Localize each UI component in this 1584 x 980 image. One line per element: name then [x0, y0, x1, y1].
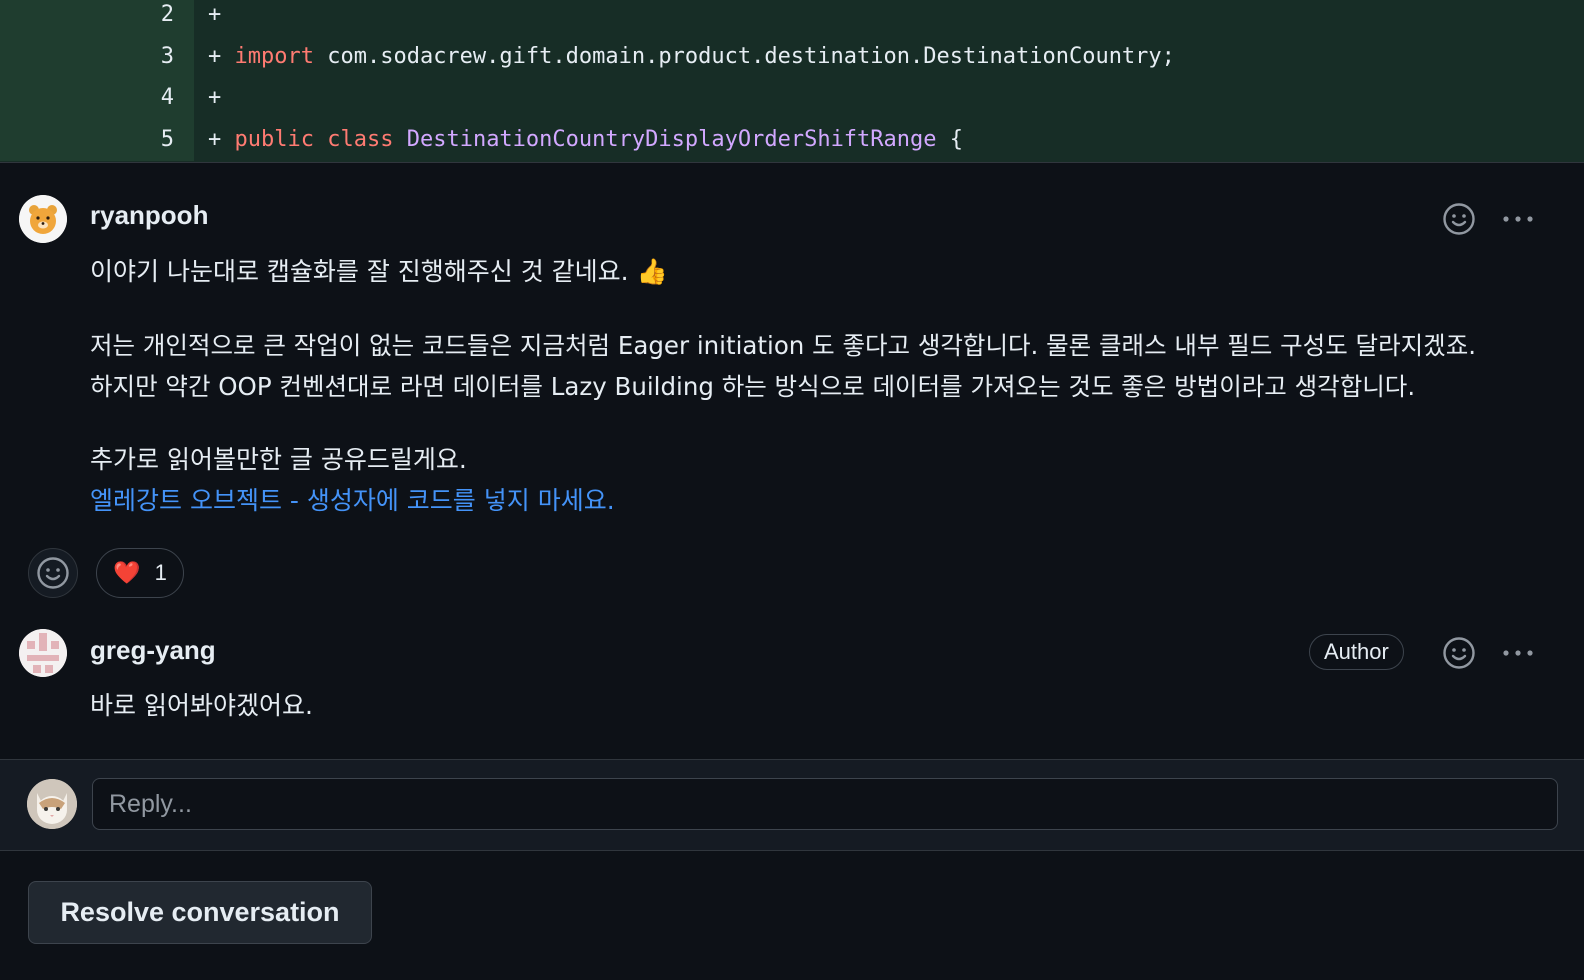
avatar[interactable] — [19, 629, 67, 677]
comment-text: 바로 읽어봐야겠어요. — [90, 691, 313, 720]
line-number[interactable]: 5 — [0, 119, 194, 161]
diff-block: 2 + 3 + import com.sodacrew.gift.domain.… — [0, 0, 1584, 163]
avatar[interactable] — [27, 779, 77, 829]
comment-text: 하지만 약간 OOP 컨벤션대로 라면 데이터를 Lazy Building 하… — [90, 372, 1416, 401]
reaction-count: 1 — [154, 560, 167, 585]
code-line: + import com.sodacrew.gift.domain.produc… — [208, 44, 1175, 69]
comment-author[interactable]: greg-yang — [90, 635, 216, 666]
line-number[interactable]: 3 — [0, 36, 194, 78]
article-link[interactable]: 엘레강트 오브젝트 - 생성자에 코드를 넣지 마세요. — [90, 480, 615, 522]
heart-reaction-button[interactable]: ❤️ 1 — [96, 548, 184, 598]
more-options-button[interactable] — [1500, 635, 1536, 671]
reply-input[interactable] — [92, 778, 1558, 830]
diff-line: 4 + — [0, 77, 1584, 119]
heart-icon: ❤️ — [113, 560, 141, 585]
code-line: + — [208, 85, 222, 110]
line-number[interactable]: 4 — [0, 77, 194, 119]
more-options-button[interactable] — [1500, 201, 1536, 237]
comment-author[interactable]: ryanpooh — [90, 200, 208, 231]
kebab-horizontal-icon — [1503, 650, 1533, 656]
reply-bar — [0, 759, 1584, 851]
author-badge: Author — [1309, 634, 1404, 670]
diff-line: 3 + import com.sodacrew.gift.domain.prod… — [0, 36, 1584, 78]
diff-line: 5 + public class DestinationCountryDispl… — [0, 119, 1584, 161]
code-line: + — [208, 2, 222, 27]
diff-line: 2 + — [0, 0, 1584, 36]
smiley-icon — [37, 557, 69, 589]
code-line: + public class DestinationCountryDisplay… — [208, 127, 964, 152]
smiley-icon — [1443, 203, 1475, 235]
smiley-icon — [1443, 637, 1475, 669]
comment-text: 추가로 읽어볼만한 글 공유드릴게요. — [90, 445, 467, 474]
identicon-avatar-icon — [19, 629, 67, 677]
add-reaction-button[interactable] — [1441, 201, 1477, 237]
resolve-conversation-button[interactable]: Resolve conversation — [28, 881, 372, 944]
avatar[interactable] — [19, 195, 67, 243]
comment-text: 저는 개인적으로 큰 작업이 없는 코드들은 지금처럼 Eager initia… — [90, 331, 1477, 360]
kebab-horizontal-icon — [1503, 216, 1533, 222]
cat-avatar-icon — [27, 779, 77, 829]
line-number[interactable]: 2 — [0, 0, 194, 36]
comment-text: 이야기 나눈대로 캡슐화를 잘 진행해주신 것 같네요. 👍 — [90, 257, 668, 286]
bear-avatar-icon — [19, 195, 67, 243]
add-reaction-button[interactable] — [28, 548, 78, 598]
add-reaction-button[interactable] — [1441, 635, 1477, 671]
